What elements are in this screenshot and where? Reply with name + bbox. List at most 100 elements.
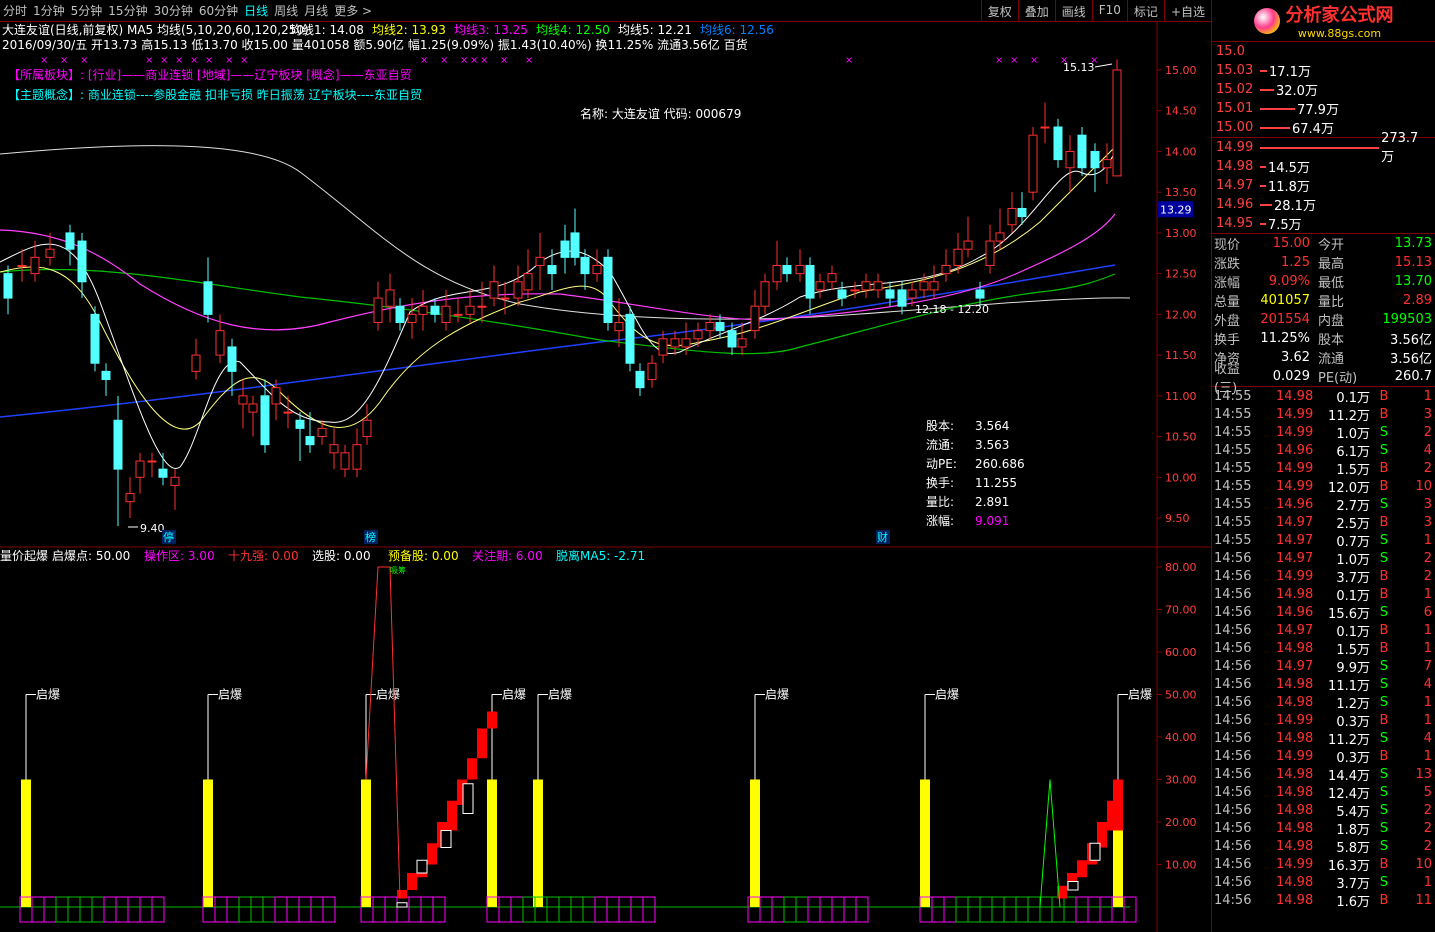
candle-down [547, 264, 557, 275]
candle-down [580, 256, 590, 275]
period-tab-2[interactable]: 5分钟 [68, 2, 106, 19]
period-tab-1[interactable]: 1分钟 [30, 2, 68, 19]
candle-down [158, 468, 168, 478]
candle-down [77, 240, 87, 283]
operation-zone-cell [31, 896, 45, 923]
candle-down [885, 289, 895, 299]
candle-down [227, 346, 237, 372]
tick-row: 14:55 14.99 11.2万 B 3 [1214, 406, 1432, 424]
period-tab-0[interactable]: 分时 [0, 2, 30, 19]
signal-label: 启爆 [502, 688, 526, 702]
event-marker: 榜 [365, 530, 376, 544]
candle-up [985, 240, 995, 266]
period-tab-9[interactable]: 更多 > [331, 2, 375, 19]
indicator-item-4: 预备股: 0.00 [388, 549, 459, 563]
strength-bar [487, 711, 497, 729]
tick-row: 14:56 14.97 9.9万 S 7 [1214, 658, 1432, 676]
period-tab-3[interactable]: 15分钟 [105, 2, 150, 19]
operation-zone-cell [250, 896, 264, 923]
kline-chart[interactable]: 15.00 14.50 14.00 13.50 13.00 12.50 12.00 11.50… [0, 22, 1211, 932]
candle-down [625, 313, 635, 364]
candle-down [975, 289, 985, 299]
toolbar-button-0[interactable]: 复权 [980, 0, 1018, 22]
ma-label-5: 均线5: 12.21 [618, 23, 692, 37]
operation-zone-cell [322, 896, 336, 923]
ask-row: 15.02 32.0万 [1216, 82, 1318, 99]
operation-zone-cell [139, 896, 153, 923]
operation-zone-cell [1039, 896, 1053, 923]
candle-down [570, 232, 580, 258]
toolbar-button-3[interactable]: F10 [1091, 0, 1127, 22]
period-tab-8[interactable]: 月线 [301, 2, 331, 19]
indicator-tick-label: 60.00 [1165, 646, 1197, 659]
candle-up [125, 493, 135, 503]
candle-up [907, 289, 917, 299]
tick-row: 14:56 14.96 15.6万 S 6 [1214, 604, 1432, 622]
bid-book: 14.99 273.7万 14.98 14.5万 14.97 11.8万 14.96 28.1… [1212, 131, 1435, 234]
price-tick-label: 13.50 [1165, 186, 1197, 199]
flag-marker: × [225, 55, 233, 66]
event-marker: 财 [877, 530, 888, 544]
operation-zone-cell [630, 896, 644, 923]
candle-up [963, 240, 973, 250]
flag-marker: × [440, 55, 448, 66]
ask-row: 15.01 77.9万 [1216, 101, 1339, 118]
candle-down [1077, 134, 1087, 169]
toolbar-button-4[interactable]: 标记 [1126, 0, 1164, 22]
period-tab-4[interactable]: 30分钟 [151, 2, 196, 19]
ask-row: 15.03 17.1万 [1216, 63, 1311, 80]
toolbar-button-1[interactable]: 叠加 [1017, 0, 1055, 22]
operation-zone-cell [783, 896, 797, 923]
indicator-tick-label: 10.00 [1165, 859, 1197, 872]
indicator-tick-label: 50.00 [1165, 689, 1197, 702]
toolbar-button-2[interactable]: 画线 [1054, 0, 1092, 22]
candle-up [407, 313, 417, 324]
candle-up [147, 460, 157, 463]
candle-up [795, 264, 805, 275]
operation-zone-cell [43, 896, 57, 923]
candle-up [1028, 134, 1038, 193]
tick-row: 14:56 14.98 5.8万 S 2 [1214, 838, 1432, 856]
candle-up [592, 264, 602, 275]
signal-bar [361, 779, 371, 907]
operation-zone-cell [79, 896, 93, 923]
price-tick-label: 11.00 [1165, 390, 1197, 403]
toolbar-button-5[interactable]: +自选 [1163, 0, 1211, 22]
period-tab-7[interactable]: 周线 [271, 2, 301, 19]
flag-marker: × [40, 55, 48, 66]
spike-label: 吸筹 [390, 565, 406, 575]
strength-bar-hollow [1089, 842, 1101, 861]
candle-up [45, 248, 55, 258]
chart-header-ohlc: 2016/09/30/五 开13.73 高15.13 低13.70 收15.00… [2, 37, 748, 52]
operation-zone-cell [91, 896, 105, 923]
tick-row: 14:55 14.96 2.7万 S 3 [1214, 496, 1432, 514]
candle-down [430, 305, 440, 315]
operation-zone-cell [979, 896, 993, 923]
strength-bar [397, 890, 407, 899]
candle-up [647, 362, 657, 381]
high-annotation: 15.13 [1063, 61, 1095, 74]
info-label: 涨幅: [926, 513, 954, 528]
tick-row: 14:56 14.98 0.1万 B 1 [1214, 586, 1432, 604]
operation-zone-cell [642, 896, 656, 923]
tick-row: 14:56 14.98 11.1万 S 4 [1214, 676, 1432, 694]
flag-marker: × [525, 55, 533, 66]
indicator-item-6: 脱离MA5: -2.71 [556, 548, 645, 563]
candle-up [362, 419, 372, 438]
info-value: 9.091 [975, 514, 1009, 528]
period-tab-5[interactable]: 60分钟 [196, 2, 241, 19]
tick-list[interactable]: 14:55 14.98 0.1万 B 1 14:55 14.99 11.2万 B 3 14:55 14… [1212, 387, 1435, 910]
operation-zone-cell [831, 896, 845, 923]
period-tab-6[interactable]: 日线 [241, 2, 271, 19]
candle-up [929, 281, 939, 291]
operation-zone-cell [432, 896, 446, 923]
candle-up [772, 264, 782, 283]
flag-marker: × [460, 55, 468, 66]
candle-up [705, 322, 715, 332]
candle-up [737, 338, 747, 348]
candle-up [670, 338, 680, 348]
candle-down [1017, 207, 1027, 218]
operation-zone-cell [498, 896, 512, 923]
logo-icon [1253, 7, 1280, 34]
strength-bar-hollow [396, 902, 408, 908]
